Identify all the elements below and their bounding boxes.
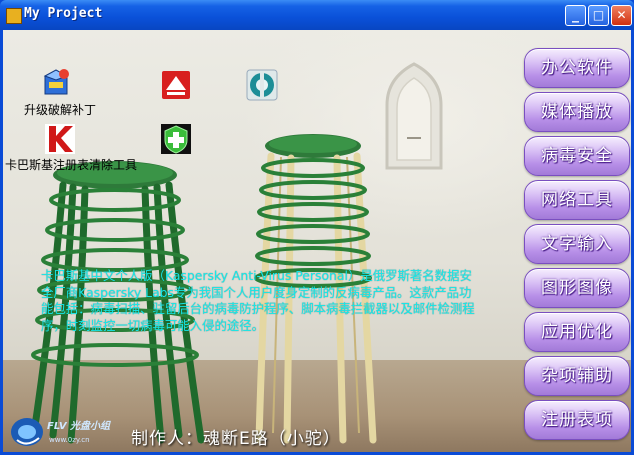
- client-area: 升级破解补丁 卡巴斯基注册表清除工具 卡巴斯基中文个人版（Kaspersky A…: [3, 30, 631, 452]
- maximize-button[interactable]: □: [588, 5, 609, 26]
- logo-text: FLV 光盘小组: [47, 420, 111, 432]
- patch-box-icon[interactable]: [39, 66, 73, 100]
- menu-button-office[interactable]: 办公软件: [524, 48, 630, 88]
- window-title: My Project: [24, 6, 103, 21]
- flv-logo: FLV 光盘小组 www.0zy.cn: [11, 418, 111, 446]
- product-description: 卡巴斯基中文个人版（Kaspersky Anti-Virus Personal）…: [41, 268, 475, 333]
- menu-button-input[interactable]: 文字输入: [524, 224, 630, 264]
- app-window: My Project _ □ ✕ 升级破解补丁 卡巴斯基注册表清除工具 卡巴斯基…: [0, 0, 634, 455]
- menu-button-misc[interactable]: 杂项辅助: [524, 356, 630, 396]
- menu-button-graphics[interactable]: 图形图像: [524, 268, 630, 308]
- menu-button-network[interactable]: 网络工具: [524, 180, 630, 220]
- minimize-button[interactable]: _: [565, 5, 586, 26]
- logo-url: www.0zy.cn: [49, 436, 90, 444]
- teal-disk-icon[interactable]: [245, 68, 279, 102]
- title-bar[interactable]: My Project _ □ ✕: [0, 0, 634, 30]
- author-credit: 制作人：魂断E路（小驼）: [131, 429, 341, 449]
- menu-button-optimize[interactable]: 应用优化: [524, 312, 630, 352]
- kaspersky-k-icon[interactable]: [43, 122, 77, 156]
- menu-button-antivirus[interactable]: 病毒安全: [524, 136, 630, 176]
- close-button[interactable]: ✕: [611, 5, 632, 26]
- red-eject-icon[interactable]: [159, 68, 193, 102]
- menu-button-media[interactable]: 媒体播放: [524, 92, 630, 132]
- app-icon[interactable]: [6, 8, 22, 24]
- menu-button-registry[interactable]: 注册表项: [524, 400, 630, 440]
- desktop-icon-label[interactable]: 卡巴斯基注册表清除工具: [5, 156, 137, 173]
- green-shield-plus-icon[interactable]: [159, 122, 193, 156]
- desktop-icon-label[interactable]: 升级破解补丁: [24, 101, 96, 118]
